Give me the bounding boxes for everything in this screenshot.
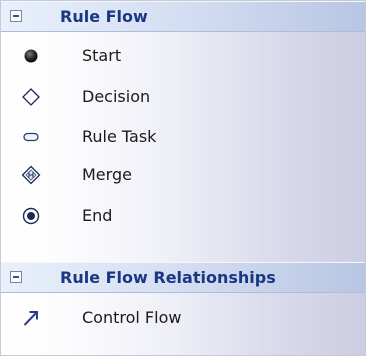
toolbox-item-start[interactable]: Start bbox=[1, 37, 365, 75]
collapse-toggle-icon[interactable] bbox=[10, 271, 22, 283]
merge-diamond-icon bbox=[21, 165, 41, 185]
item-label: End bbox=[82, 206, 113, 225]
item-label: Start bbox=[82, 46, 122, 65]
item-label: Decision bbox=[82, 87, 151, 106]
control-flow-arrow-icon bbox=[23, 311, 38, 326]
item-label: Merge bbox=[82, 165, 132, 184]
toolbox-panel: Rule Flow Start Decision Rule Task Merge… bbox=[0, 0, 366, 356]
toolbox-item-end[interactable]: End bbox=[1, 197, 365, 235]
group-title: Rule Flow Relationships bbox=[60, 268, 276, 287]
item-label: Control Flow bbox=[82, 308, 182, 327]
group-header-rule-flow-relationships[interactable]: Rule Flow Relationships bbox=[1, 262, 365, 293]
toolbox-item-rule-task[interactable]: Rule Task bbox=[1, 118, 365, 156]
toolbox-item-decision[interactable]: Decision bbox=[1, 78, 365, 116]
group-header-rule-flow[interactable]: Rule Flow bbox=[1, 1, 365, 32]
item-label: Rule Task bbox=[82, 127, 157, 146]
toolbox-item-control-flow[interactable]: Control Flow bbox=[1, 299, 365, 337]
collapse-toggle-icon[interactable] bbox=[10, 10, 22, 22]
start-node-icon bbox=[24, 49, 38, 63]
toolbox-item-merge[interactable]: Merge bbox=[1, 156, 365, 194]
end-node-icon bbox=[22, 207, 40, 225]
decision-diamond-icon bbox=[22, 88, 40, 106]
rule-task-icon bbox=[23, 132, 39, 142]
group-title: Rule Flow bbox=[60, 7, 148, 26]
